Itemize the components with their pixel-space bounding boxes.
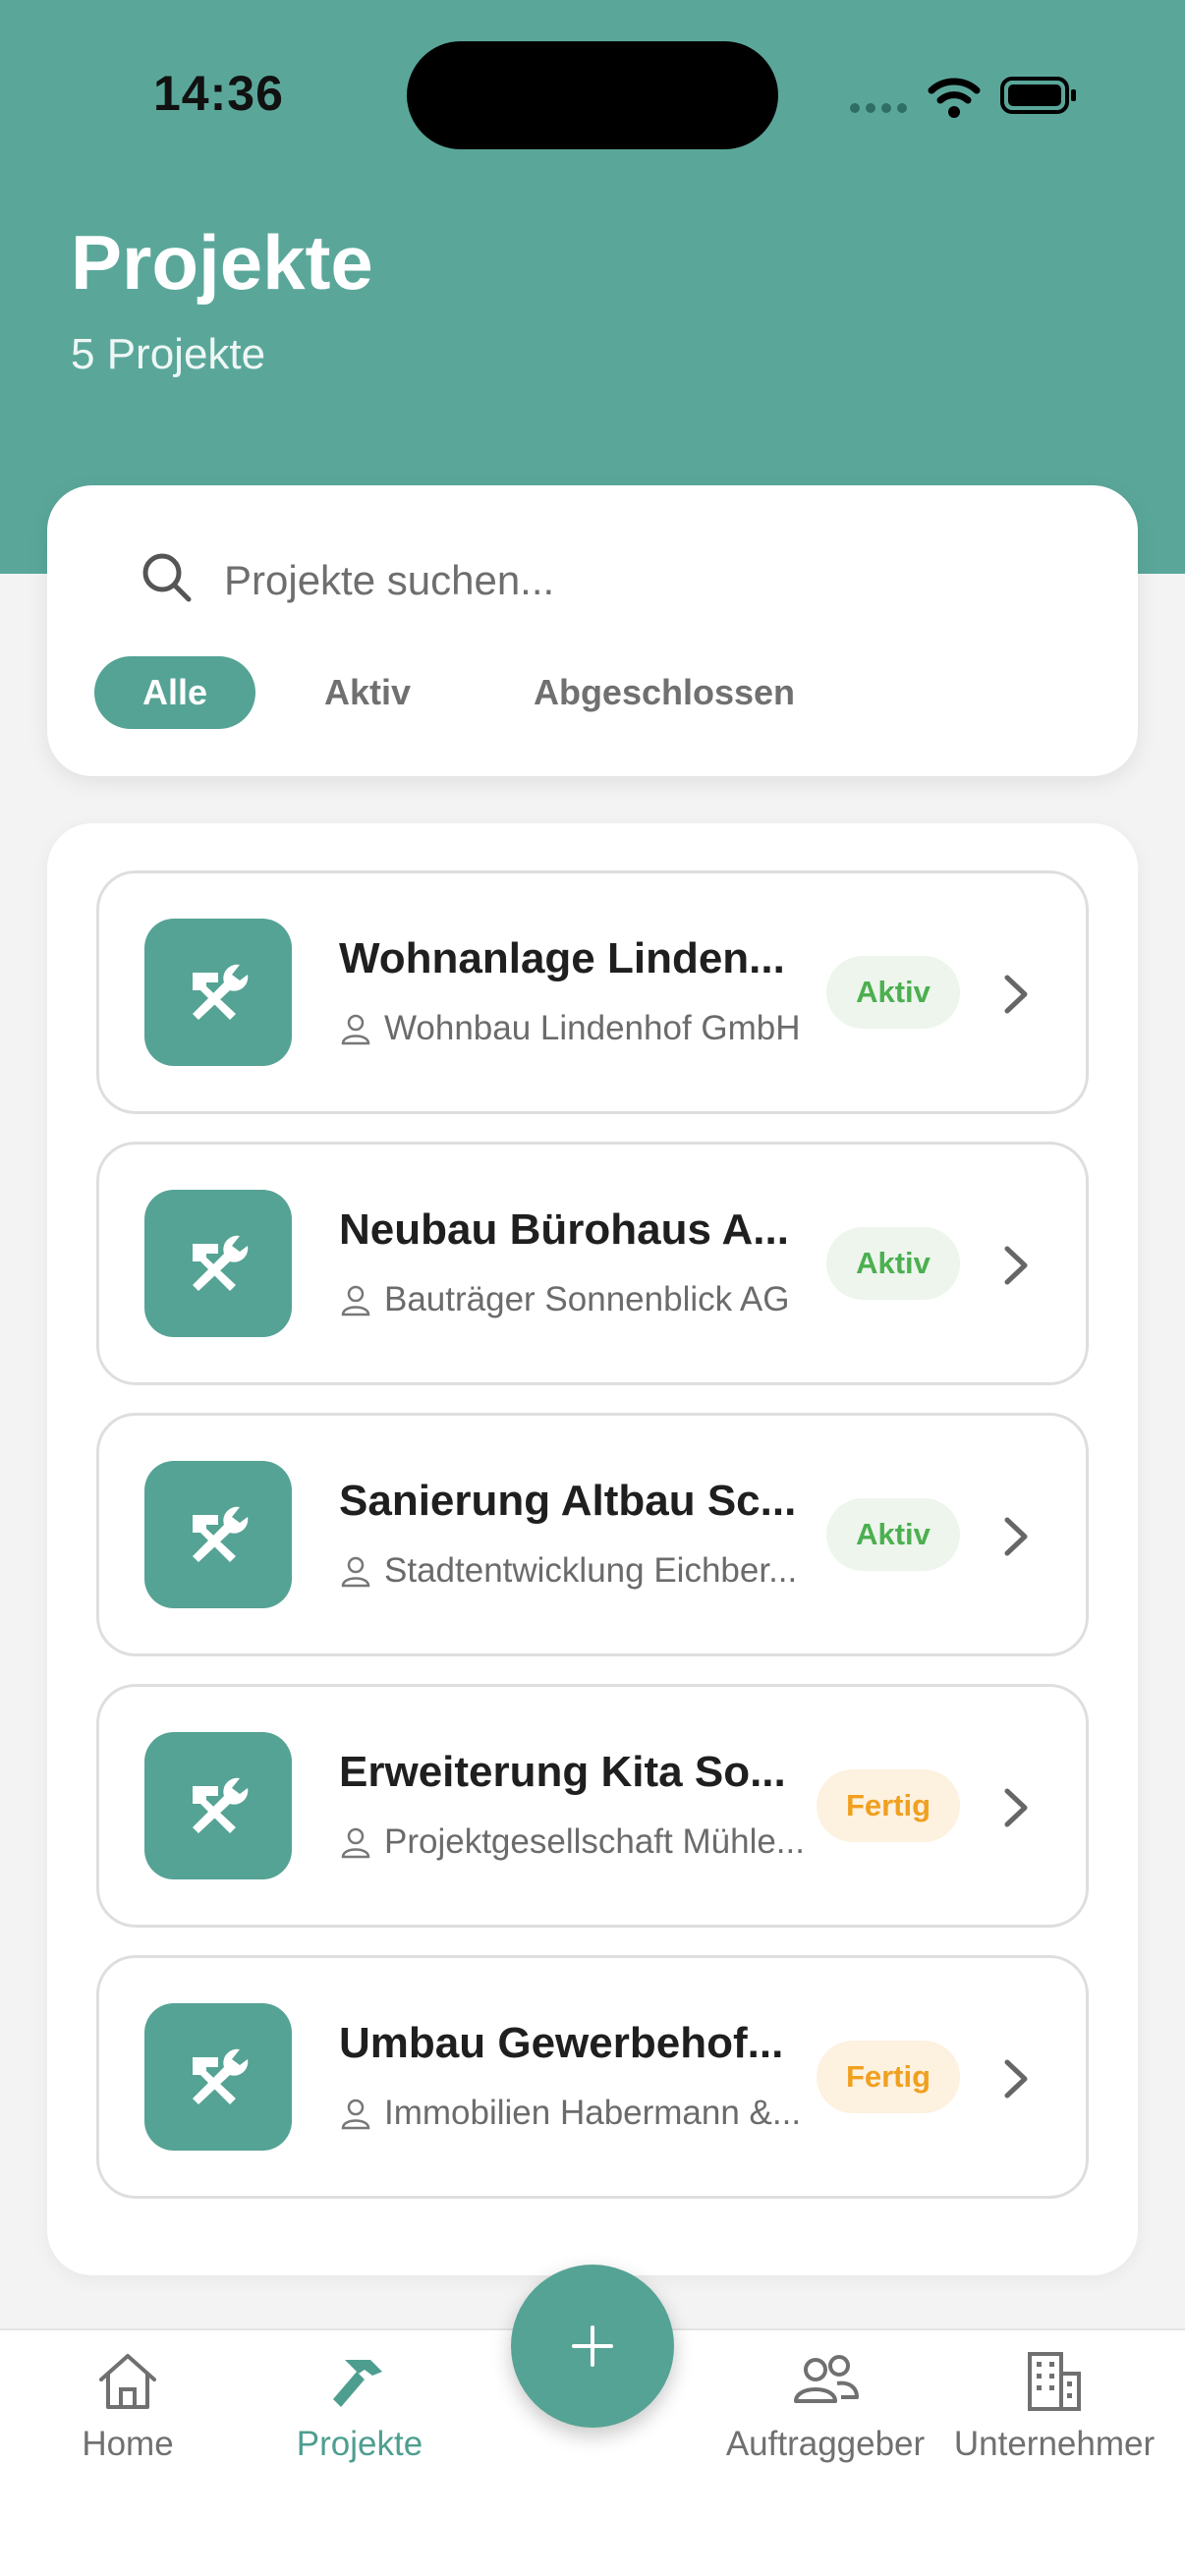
project-item[interactable]: Erweiterung Kita So... Projektgesellscha… <box>96 1684 1089 1928</box>
chevron-right-icon <box>1004 1246 1028 1285</box>
project-client-name: Projektgesellschaft Mühle... <box>384 1822 805 1861</box>
plus-icon <box>572 2325 613 2367</box>
status-badge: Aktiv <box>826 956 960 1029</box>
project-icon <box>144 1732 292 1879</box>
dynamic-island <box>407 41 778 149</box>
project-client-name: Immobilien Habermann &... <box>384 2094 802 2132</box>
tools-icon <box>193 1506 249 1562</box>
project-client: Immobilien Habermann &... <box>339 2094 801 2133</box>
project-icon <box>144 1190 292 1337</box>
person-icon <box>341 1556 370 1588</box>
project-title: Neubau Bürohaus A... <box>339 1205 789 1254</box>
project-client-name: Bauträger Sonnenblick AG <box>384 1280 790 1318</box>
wifi-icon <box>928 78 981 118</box>
building-icon <box>1028 2352 1081 2411</box>
status-badge: Fertig <box>817 1769 960 1842</box>
project-title: Wohnanlage Linden... <box>339 934 785 982</box>
project-title: Erweiterung Kita So... <box>339 1748 786 1796</box>
project-client: Bauträger Sonnenblick AG <box>339 1280 789 1319</box>
battery-icon <box>1000 77 1076 114</box>
person-icon <box>341 1827 370 1859</box>
tools-icon <box>193 1777 249 1833</box>
signal-icon <box>850 103 907 113</box>
status-bar: 14:36 <box>0 0 1185 196</box>
tools-icon <box>193 964 249 1020</box>
person-icon <box>341 2099 370 2130</box>
tab-home-label: Home <box>82 2425 174 2463</box>
project-title: Umbau Gewerbehof... <box>339 2019 784 2067</box>
person-icon <box>341 1014 370 1045</box>
tab-auftraggeber[interactable]: Auftraggeber <box>707 2330 943 2497</box>
people-icon <box>794 2355 859 2403</box>
status-badge: Aktiv <box>826 1227 960 1300</box>
project-icon <box>144 2003 292 2151</box>
tab-home[interactable]: Home <box>39 2330 216 2497</box>
page-title: Projekte <box>71 219 373 306</box>
tab-projekte-label: Projekte <box>296 2425 423 2463</box>
chevron-right-icon <box>1004 1517 1028 1556</box>
home-icon <box>99 2354 156 2409</box>
project-item[interactable]: Neubau Bürohaus A... Bauträger Sonnenbli… <box>96 1142 1089 1385</box>
project-client: Stadtentwicklung Eichber... <box>339 1551 797 1591</box>
project-icon <box>144 1461 292 1608</box>
tab-auftraggeber-label: Auftraggeber <box>725 2425 926 2463</box>
project-client: Wohnbau Lindenhof GmbH <box>339 1009 801 1048</box>
project-item[interactable]: Sanierung Altbau Sc... Stadtentwicklung … <box>96 1413 1089 1656</box>
project-list: Wohnanlage Linden... Wohnbau Lindenhof G… <box>47 823 1138 2275</box>
chevron-right-icon <box>1004 2059 1028 2099</box>
tab-projekte[interactable]: Projekte <box>271 2330 448 2497</box>
filter-active[interactable]: Aktiv <box>299 656 436 729</box>
tools-icon <box>193 1235 249 1291</box>
status-badge: Aktiv <box>826 1498 960 1571</box>
search-icon <box>142 553 192 602</box>
project-icon <box>144 919 292 1066</box>
chevron-right-icon <box>1004 975 1028 1014</box>
project-client-name: Stadtentwicklung Eichber... <box>384 1551 798 1590</box>
status-time: 14:36 <box>153 66 284 121</box>
tools-icon <box>193 2048 249 2104</box>
person-icon <box>341 1285 370 1316</box>
search-input[interactable] <box>224 550 1069 611</box>
tab-unternehmer[interactable]: Unternehmer <box>943 2330 1165 2497</box>
project-client-name: Wohnbau Lindenhof GmbH <box>384 1009 801 1047</box>
hammer-icon <box>333 2360 382 2407</box>
filter-all[interactable]: Alle <box>94 656 255 729</box>
project-count: 5 Projekte <box>71 330 266 378</box>
project-client: Projektgesellschaft Mühle... <box>339 1822 805 1862</box>
status-badge: Fertig <box>817 2041 960 2113</box>
project-item[interactable]: Umbau Gewerbehof... Immobilien Habermann… <box>96 1955 1089 2199</box>
filter-completed[interactable]: Abgeschlossen <box>509 656 819 729</box>
project-title: Sanierung Altbau Sc... <box>339 1477 797 1525</box>
tab-unternehmer-label: Unternehmer <box>953 2425 1156 2463</box>
chevron-right-icon <box>1004 1788 1028 1827</box>
add-project-button[interactable] <box>511 2265 674 2428</box>
search-card: Alle Aktiv Abgeschlossen <box>47 485 1138 776</box>
project-item[interactable]: Wohnanlage Linden... Wohnbau Lindenhof G… <box>96 870 1089 1114</box>
